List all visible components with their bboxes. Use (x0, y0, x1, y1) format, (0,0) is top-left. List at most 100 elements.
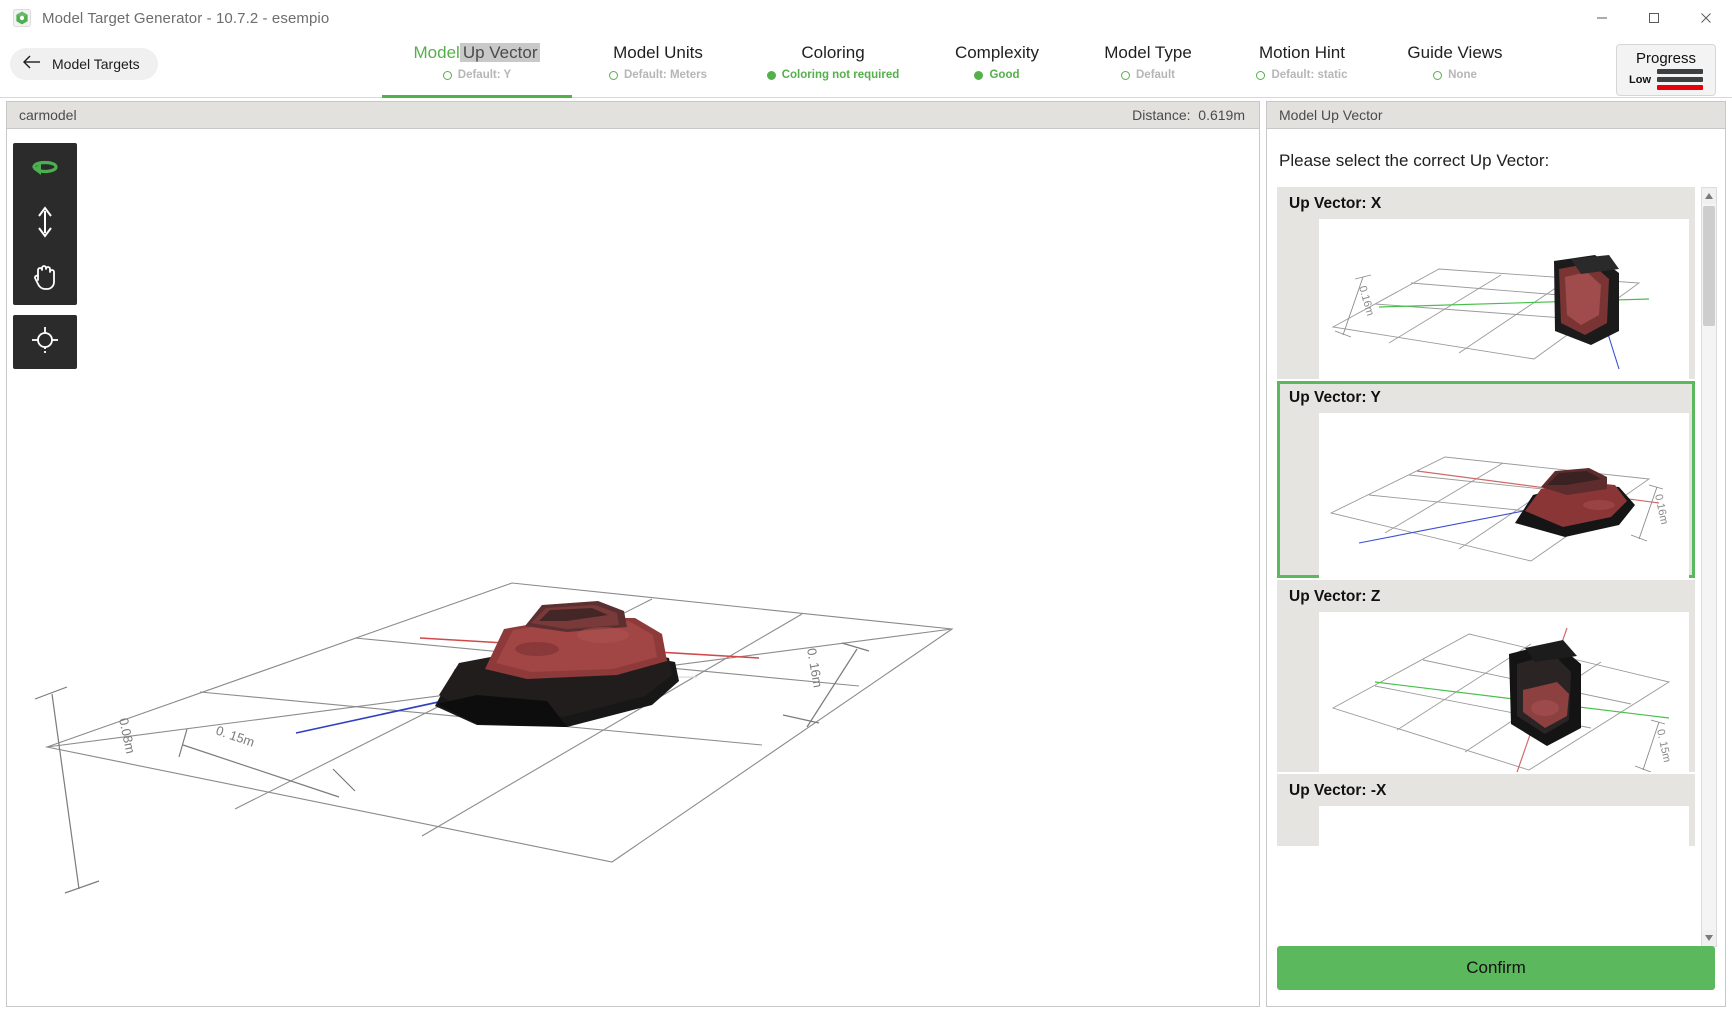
up-vector-card-neg-x[interactable]: Up Vector: -X (1277, 774, 1695, 846)
progress-level: Low (1629, 69, 1703, 90)
tab-model-type-status: Default (1121, 69, 1175, 81)
model-name-label: carmodel (19, 107, 77, 123)
tab-model-units-title: Model Units (613, 42, 703, 64)
tab-model-up-vector-title: ModelUp Vector (414, 42, 541, 64)
maximize-button[interactable] (1628, 0, 1680, 36)
navigation-bar: Model Targets ModelUp Vector Default: Y … (0, 36, 1732, 98)
rotate-tool-button[interactable] (13, 143, 77, 197)
title-bar: Model Target Generator - 10.7.2 - esempi… (0, 0, 1732, 36)
up-vector-card-y-thumbnail: 0.16m (1319, 413, 1689, 578)
up-vector-card-z-title: Up Vector: Z (1289, 588, 1695, 606)
scrollbar-thumb[interactable] (1703, 206, 1715, 326)
distance-readout: Distance: 0.619m (1132, 107, 1245, 123)
viewport-header: carmodel Distance: 0.619m (7, 102, 1259, 129)
tab-guide-views-title: Guide Views (1407, 42, 1502, 64)
up-vector-card-y[interactable]: Up Vector: Y (1277, 381, 1695, 578)
viewport-tool-group-focus (13, 315, 77, 369)
back-button-label: Model Targets (52, 56, 140, 72)
dimension-left-label: 0.08m (116, 717, 138, 755)
tab-motion-hint-title: Motion Hint (1259, 42, 1345, 64)
progress-bar-1 (1657, 69, 1703, 74)
thumb-z-dimension-label: 0. 15m (1654, 728, 1673, 763)
scroll-up-button[interactable] (1702, 188, 1716, 204)
progress-bar-2 (1657, 77, 1703, 82)
vertical-arrows-icon (34, 205, 56, 244)
tab-guide-views-status: None (1433, 69, 1477, 81)
model-viewport-panel: carmodel Distance: 0.619m (6, 101, 1260, 1007)
step-tabs: ModelUp Vector Default: Y Model Units De… (382, 36, 1530, 98)
cube-icon (12, 8, 32, 28)
up-vector-card-x-title: Up Vector: X (1289, 195, 1695, 213)
dimension-front (179, 729, 355, 797)
dimension-front-label: 0. 15m (214, 723, 256, 750)
3d-scene: 0.08m 0. 15m 0. 16m (7, 129, 1259, 1006)
thumb-scene-y: 0.16m (1319, 413, 1689, 578)
window-controls (1576, 0, 1732, 36)
up-vector-card-z[interactable]: Up Vector: Z (1277, 580, 1695, 772)
status-dot-icon (1121, 71, 1130, 80)
tab-coloring-status: Coloring not required (767, 69, 900, 81)
tab-model-type[interactable]: Model Type Default (1072, 36, 1224, 98)
close-button[interactable] (1680, 0, 1732, 36)
tab-model-units-status: Default: Meters (609, 69, 707, 81)
tab-model-units[interactable]: Model Units Default: Meters (572, 36, 744, 98)
progress-title: Progress (1636, 50, 1696, 67)
status-dot-icon (1256, 71, 1265, 80)
progress-level-label: Low (1629, 74, 1651, 86)
pan-tool-button[interactable] (13, 251, 77, 305)
hand-icon (31, 260, 59, 297)
up-vector-card-x[interactable]: Up Vector: X (1277, 187, 1695, 379)
progress-bars-icon (1657, 69, 1703, 90)
focus-tool-button[interactable] (13, 315, 77, 369)
up-vector-list-scrollbar[interactable] (1701, 187, 1717, 947)
thumb-scene-z: 0. 15m (1319, 612, 1689, 772)
car-model-thumb-y (1515, 468, 1635, 537)
tab-model-up-vector-status: Default: Y (443, 69, 511, 81)
status-dot-icon (767, 71, 776, 80)
tab-motion-hint[interactable]: Motion Hint Default: static (1224, 36, 1380, 98)
rotate-icon (28, 155, 62, 186)
crosshair-target-icon (31, 326, 59, 359)
dimension-right-label: 0. 16m (804, 647, 826, 689)
back-to-model-targets-button[interactable]: Model Targets (10, 48, 158, 80)
side-panel-header: Model Up Vector (1267, 102, 1725, 129)
up-vector-panel: Model Up Vector Please select the correc… (1266, 101, 1726, 1007)
up-vector-card-neg-x-title: Up Vector: -X (1289, 782, 1695, 800)
zoom-tool-button[interactable] (13, 197, 77, 251)
status-dot-icon (1433, 71, 1442, 80)
status-dot-icon (609, 71, 618, 80)
viewport-canvas[interactable]: 0.08m 0. 15m 0. 16m (7, 129, 1259, 1006)
viewport-tool-group-navigation (13, 143, 77, 305)
tab-coloring[interactable]: Coloring Coloring not required (744, 36, 922, 98)
tab-motion-hint-status: Default: static (1256, 69, 1347, 81)
tab-complexity-title: Complexity (955, 42, 1039, 64)
confirm-button[interactable]: Confirm (1277, 946, 1715, 990)
tab-guide-views[interactable]: Guide Views None (1380, 36, 1530, 98)
thumb-y-dimension-label: 0.16m (1652, 493, 1670, 525)
car-model (435, 601, 679, 727)
tab-complexity-status: Good (974, 69, 1019, 81)
side-panel-title: Model Up Vector (1279, 107, 1383, 123)
tab-coloring-title: Coloring (801, 42, 864, 64)
thumb-scene-x: 0.16m (1319, 219, 1689, 379)
up-vector-card-list-inner: Up Vector: X (1277, 187, 1695, 848)
scroll-down-button[interactable] (1702, 930, 1716, 946)
tab-model-up-vector[interactable]: ModelUp Vector Default: Y (382, 36, 572, 98)
up-vector-card-y-title: Up Vector: Y (1289, 389, 1695, 407)
up-vector-card-x-thumbnail: 0.16m (1319, 219, 1689, 379)
arrow-left-icon (22, 54, 42, 75)
up-vector-prompt: Please select the correct Up Vector: (1279, 151, 1725, 171)
car-model-thumb-x (1554, 255, 1619, 345)
progress-bar-3 (1657, 85, 1703, 90)
up-vector-card-list: Up Vector: X (1277, 187, 1715, 947)
car-model-thumb-z (1509, 640, 1581, 746)
application-window: Model Target Generator - 10.7.2 - esempi… (0, 0, 1732, 1011)
minimize-button[interactable] (1576, 0, 1628, 36)
up-vector-card-z-thumbnail: 0. 15m (1319, 612, 1689, 772)
tab-complexity[interactable]: Complexity Good (922, 36, 1072, 98)
progress-indicator[interactable]: Progress Low (1616, 44, 1716, 96)
tab-model-type-title: Model Type (1104, 42, 1192, 64)
window-title: Model Target Generator - 10.7.2 - esempi… (42, 10, 329, 27)
main-content: carmodel Distance: 0.619m (0, 99, 1732, 1011)
dimension-left (35, 687, 99, 893)
